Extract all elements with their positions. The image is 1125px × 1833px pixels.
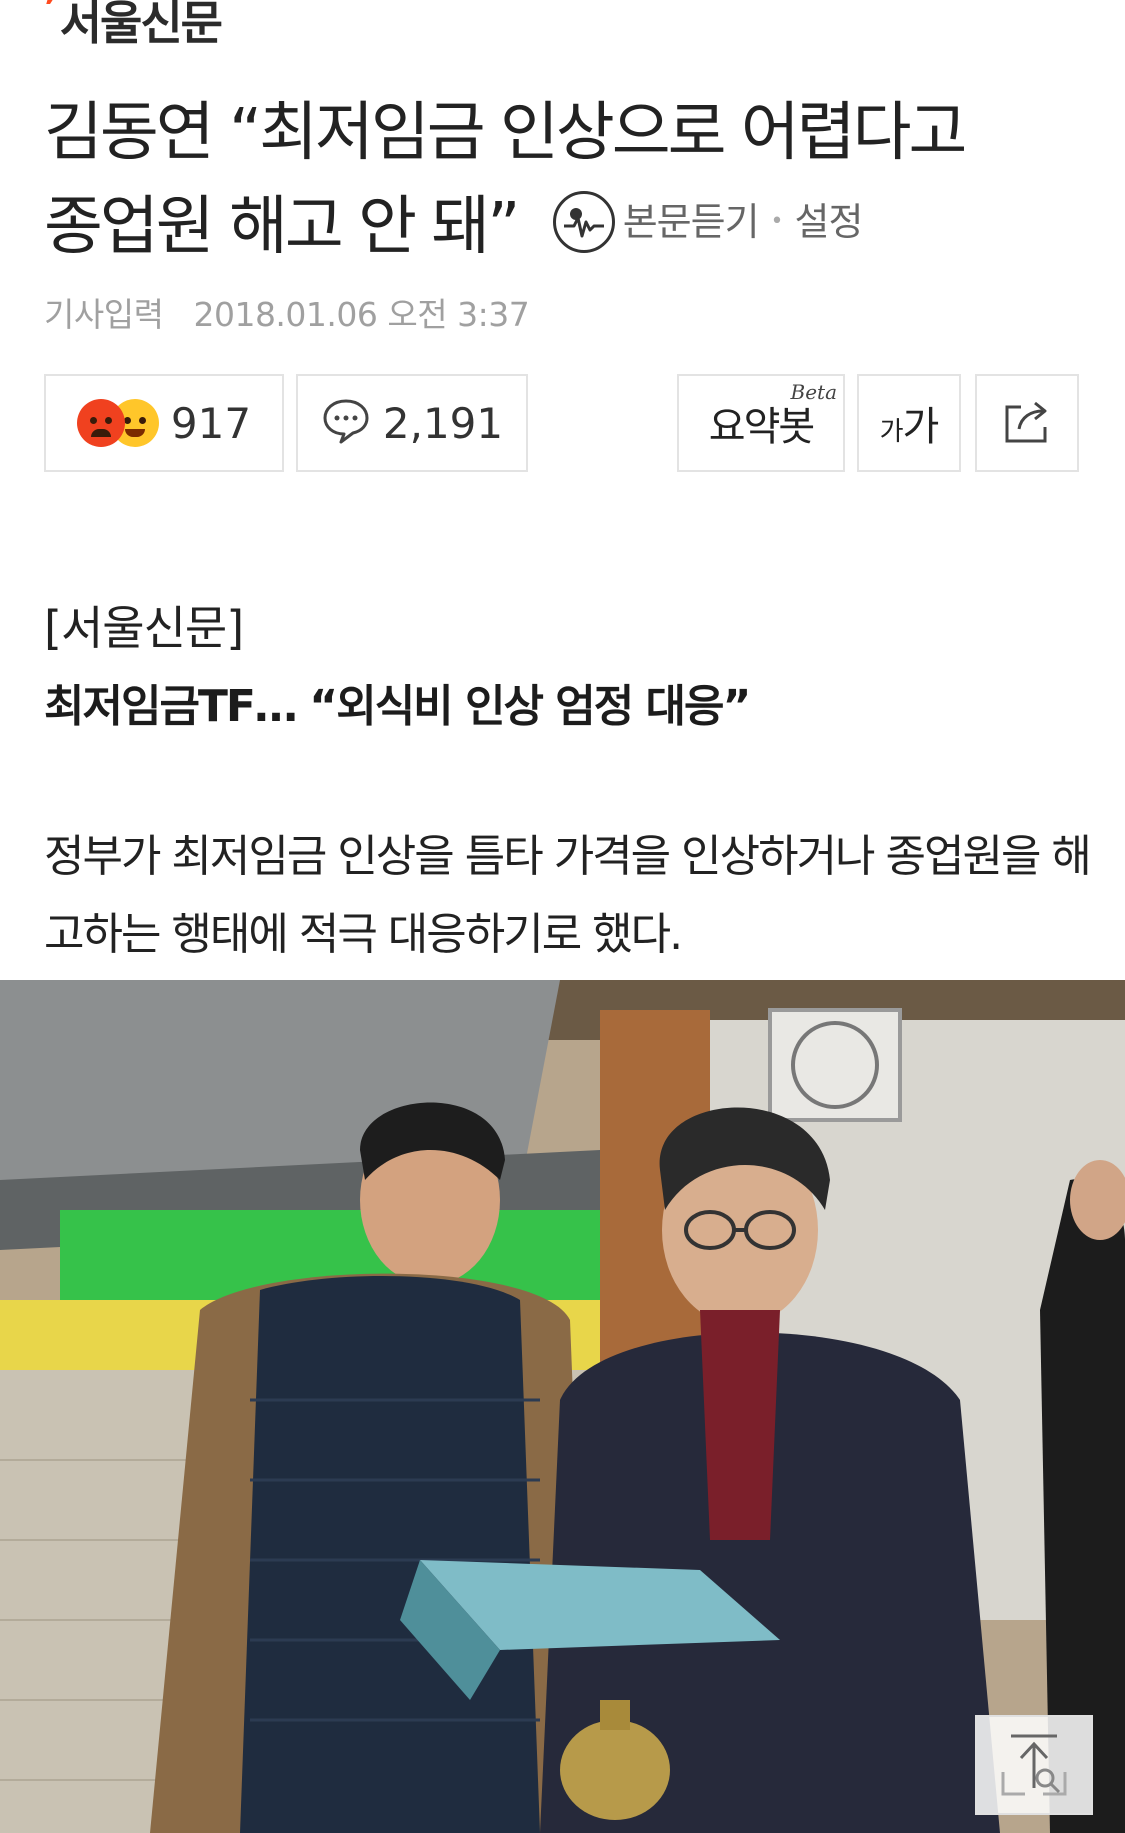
article-body: 정부가 최저임금 인상을 틈타 가격을 인상하거나 종업원을 해고하는 행태에 … xyxy=(44,831,1092,960)
summary-bot-button[interactable]: 요약봇 Beta xyxy=(677,374,845,472)
headline-line-2: 종업원 해고 안 돼” xyxy=(44,190,520,264)
speech-bubble-icon xyxy=(321,397,371,449)
font-size-button[interactable]: 가가 xyxy=(857,374,961,472)
sound-wave-icon[interactable] xyxy=(552,191,615,254)
headline-line-1: 김동연 “최저임금 인상으로 어렵다고 xyxy=(44,96,967,170)
comment-button[interactable]: 2,191 xyxy=(296,374,528,472)
press-logo[interactable]: ’ 서울신문 xyxy=(44,0,223,54)
press-name: 서울신문 xyxy=(59,0,223,50)
comment-count: 2,191 xyxy=(382,398,504,448)
tts-listen-button[interactable]: 본문듣기 xyxy=(623,175,760,269)
scroll-to-top-button[interactable] xyxy=(975,1715,1093,1815)
beta-badge: Beta xyxy=(790,380,838,404)
reaction-count: 917 xyxy=(170,398,252,448)
angry-emoji-icon xyxy=(76,399,125,447)
tts-settings-button[interactable]: 설정 xyxy=(795,175,864,269)
tts-control: 본문듣기 • 설정 xyxy=(552,175,864,269)
article-subheading: 최저임금TF… “외식비 인상 엄정 대응” xyxy=(44,681,751,732)
share-button[interactable] xyxy=(975,374,1079,472)
font-size-label: 가가 xyxy=(879,404,940,450)
published-label: 기사입력 xyxy=(44,295,164,334)
reaction-button[interactable]: 917 xyxy=(44,374,284,472)
article-photo[interactable] xyxy=(0,980,1125,1833)
article-meta: 기사입력 2018.01.06 오전 3:37 xyxy=(44,288,530,336)
press-accent-mark: ’ xyxy=(44,0,58,28)
scroll-to-top-icon xyxy=(999,1728,1069,1802)
separator-dot: • xyxy=(770,209,784,235)
published-datetime: 2018.01.06 오전 3:37 xyxy=(193,295,530,334)
article-headline: 김동연 “최저임금 인상으로 어렵다고 종업원 해고 안 돼” 본문듣기 • 설… xyxy=(44,86,1094,277)
share-arrow-icon xyxy=(1001,397,1053,449)
article-source: [서울신문] xyxy=(44,601,244,655)
